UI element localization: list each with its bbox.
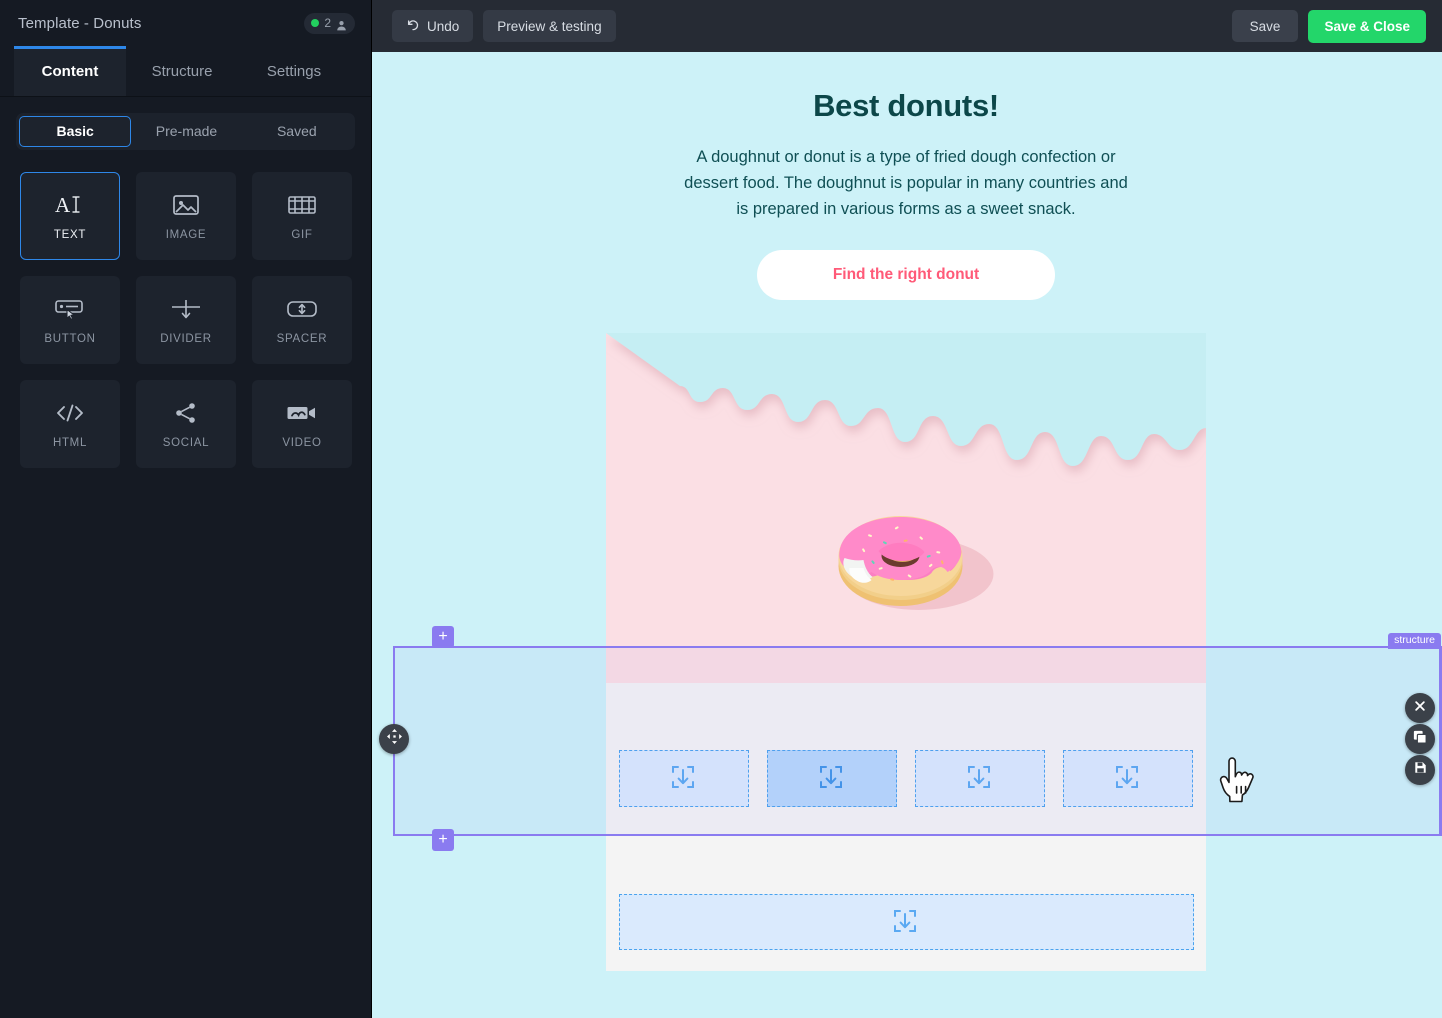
save-button[interactable]: Save [1232,10,1299,42]
structure-row-single-column[interactable] [606,873,1206,971]
drop-here-icon [1114,764,1142,792]
preview-testing-button[interactable]: Preview & testing [483,10,615,42]
block-html-label: HTML [53,437,87,449]
toolbar-right-group: Save Save & Close [1232,10,1426,43]
dropzone-col-4[interactable] [1063,750,1193,807]
block-button[interactable]: BUTTON [20,276,120,364]
tab-settings-label: Settings [267,63,321,80]
page-title: Best donuts! [628,88,1184,124]
add-structure-above-button[interactable]: + [432,626,454,648]
block-video[interactable]: VIDEO [252,380,352,468]
presence-count: 2 [324,17,331,29]
hero-body-text: A doughnut or donut is a type of fried d… [676,144,1136,222]
block-social[interactable]: SOCIAL [136,380,236,468]
html-icon [53,399,87,427]
drop-here-icon [818,764,846,792]
dropzone-col-1[interactable] [619,750,749,807]
tab-structure-label: Structure [152,63,213,80]
block-button-label: BUTTON [44,333,95,345]
block-html[interactable]: HTML [20,380,120,468]
block-video-label: VIDEO [282,437,321,449]
close-structure-button[interactable] [1405,693,1435,723]
save-and-close-button[interactable]: Save & Close [1308,10,1426,43]
hero-section: Best donuts! A doughnut or donut is a ty… [606,52,1206,333]
add-structure-below-button[interactable]: + [432,829,454,851]
structure-move-handle[interactable] [379,724,409,754]
block-divider-label: DIVIDER [160,333,212,345]
presence-badge[interactable]: 2 [304,13,355,34]
drop-here-icon [892,908,920,936]
structure-row-four-columns[interactable] [606,683,1206,873]
drop-here-icon [966,764,994,792]
editor-main: Undo Preview & testing Save Save & Close… [372,0,1442,1018]
social-share-icon [169,399,203,427]
close-icon [1414,699,1426,717]
sidebar-tabs: Content Structure Settings [0,46,371,97]
segment-pre-made[interactable]: Pre-made [131,116,241,147]
image-icon [169,191,203,219]
content-blocks-grid: A TEXT IMAGE [0,150,371,468]
person-icon [336,18,347,29]
tab-structure[interactable]: Structure [126,46,238,96]
donut-hero-image[interactable] [606,333,1206,683]
block-spacer-label: SPACER [277,333,328,345]
sidebar-header: Template - Donuts 2 [0,0,371,46]
gif-icon [285,191,319,219]
dropzone-col-3[interactable] [915,750,1045,807]
email-builder-app: Template - Donuts 2 Content Structure Se… [0,0,1442,1018]
block-image[interactable]: IMAGE [136,172,236,260]
button-icon [53,295,87,323]
block-divider[interactable]: DIVIDER [136,276,236,364]
block-gif[interactable]: GIF [252,172,352,260]
block-spacer[interactable]: SPACER [252,276,352,364]
left-sidebar: Template - Donuts 2 Content Structure Se… [0,0,372,1018]
block-source-segmented: Basic Pre-made Saved [0,97,371,150]
move-arrows-icon [387,729,402,749]
block-gif-label: GIF [291,229,312,241]
undo-button[interactable]: Undo [392,10,473,42]
template-title: Template - Donuts [18,15,141,32]
dropzone-col-2[interactable] [767,750,897,807]
tab-settings[interactable]: Settings [238,46,350,96]
spacer-icon [285,295,319,323]
cta-wrapper: Find the right donut [628,222,1184,333]
video-icon [285,399,319,427]
find-the-right-donut-button[interactable]: Find the right donut [757,250,1055,300]
block-text[interactable]: A TEXT [20,172,120,260]
block-image-label: IMAGE [166,229,207,241]
structure-action-buttons [1405,693,1435,785]
save-structure-button[interactable] [1405,755,1435,785]
segment-saved[interactable]: Saved [242,116,352,147]
editor-toolbar: Undo Preview & testing Save Save & Close [372,0,1442,52]
melting-icing-shape [606,333,1206,498]
email-template: Best donuts! A doughnut or donut is a ty… [606,52,1206,971]
email-canvas[interactable]: Best donuts! A doughnut or donut is a ty… [372,52,1442,1018]
divider-icon [169,295,203,323]
pointing-hand-cursor [1217,757,1255,807]
block-text-label: TEXT [54,229,86,241]
dropzone-full-width[interactable] [619,894,1194,950]
structure-selection-label: structure [1388,633,1441,649]
duplicate-icon [1413,730,1427,749]
save-disk-icon [1414,761,1427,779]
undo-label: Undo [427,19,459,34]
undo-icon [406,18,420,35]
segment-basic[interactable]: Basic [19,116,131,147]
tab-content-label: Content [42,63,99,80]
online-status-dot [311,19,319,27]
tab-content[interactable]: Content [14,46,126,96]
donut-photo [809,496,1004,616]
drop-here-icon [670,764,698,792]
text-icon: A [53,191,87,219]
block-social-label: SOCIAL [163,437,209,449]
duplicate-structure-button[interactable] [1405,724,1435,754]
svg-text:A: A [55,193,71,217]
